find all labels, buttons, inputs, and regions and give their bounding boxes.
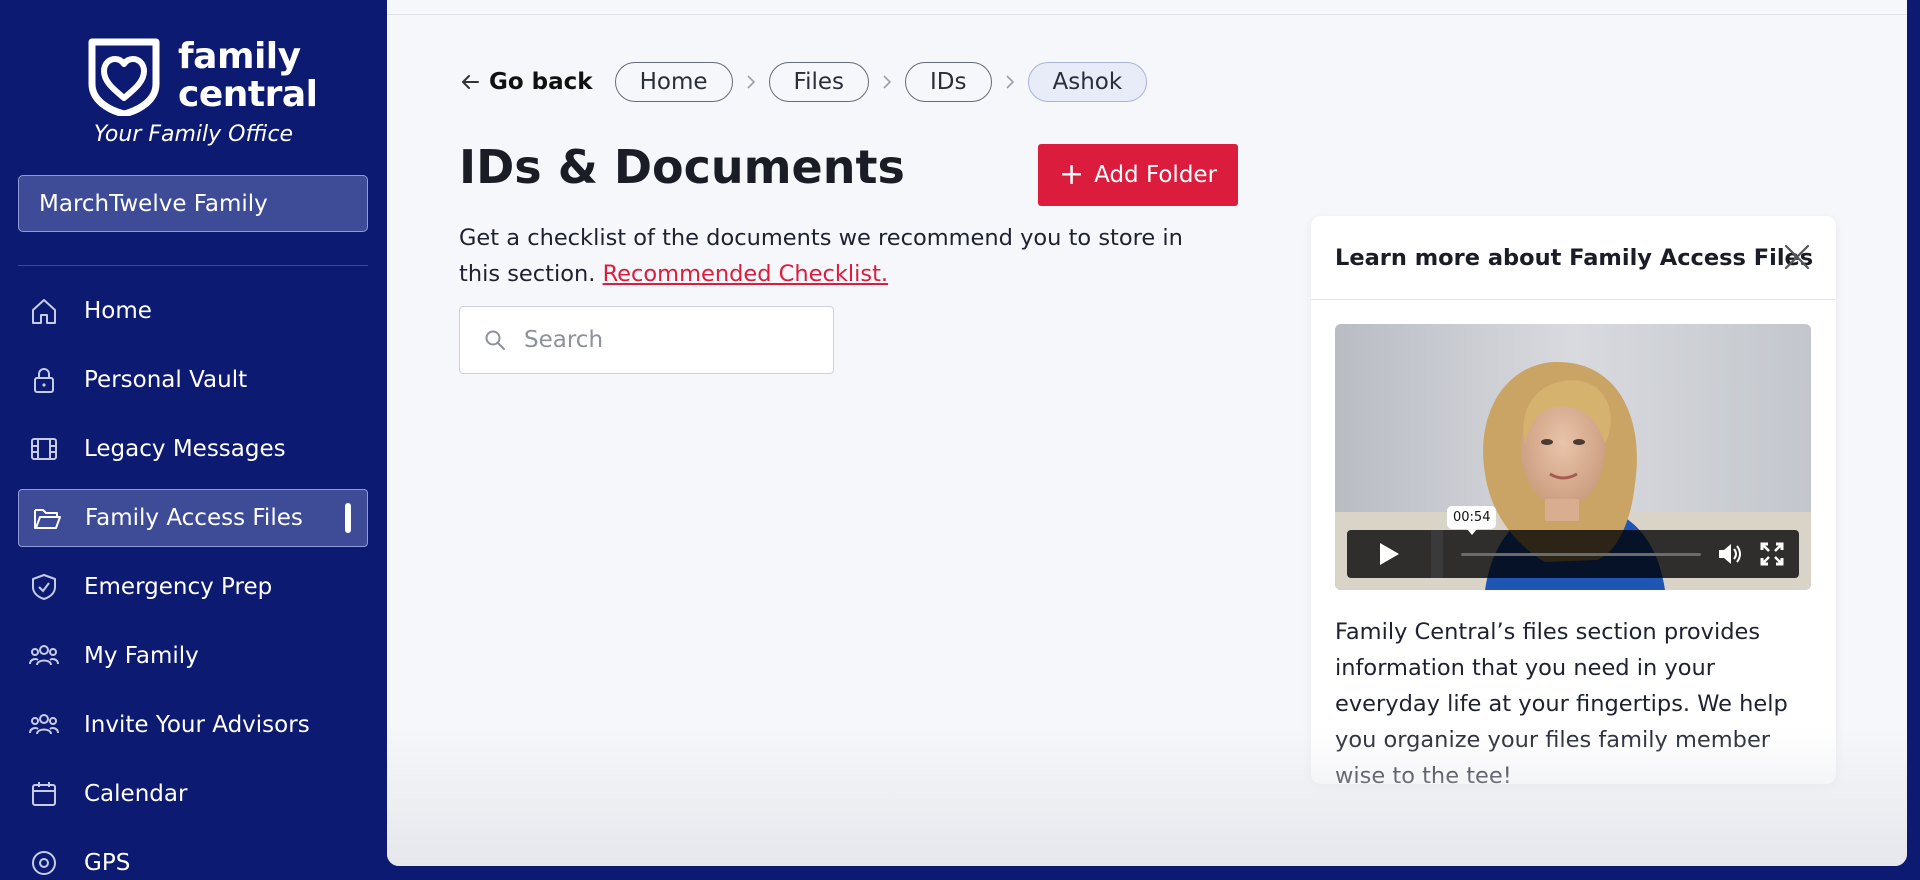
sidebar-item-legacy-messages[interactable]: Legacy Messages — [18, 420, 368, 478]
sidebar-item-home[interactable]: Home — [18, 282, 368, 340]
page-description: Get a checklist of the documents we reco… — [459, 220, 1219, 292]
chevron-right-icon — [745, 74, 757, 90]
video-controls: 00:54 — [1347, 506, 1799, 578]
arrow-left-icon — [459, 71, 481, 93]
search-icon — [484, 329, 506, 351]
sidebar-item-invite-advisors[interactable]: Invite Your Advisors — [18, 696, 368, 754]
sidebar-item-label: My Family — [84, 643, 199, 669]
sidebar-item-gps[interactable]: GPS — [18, 834, 368, 880]
breadcrumb-home[interactable]: Home — [614, 62, 733, 102]
brand-name: family central — [178, 36, 318, 115]
video-time-tooltip: 00:54 — [1447, 506, 1497, 535]
learn-more-card: Learn more about Family Access Files 00:… — [1311, 216, 1836, 789]
card-header: Learn more about Family Access Files — [1311, 216, 1836, 300]
brand-name-line2: central — [178, 74, 318, 115]
sidebar-item-label: Personal Vault — [84, 367, 248, 393]
breadcrumb: Go back Home Files IDs Ashok — [459, 62, 1148, 102]
chevron-right-icon — [1004, 74, 1016, 90]
play-button[interactable] — [1347, 530, 1431, 578]
sidebar-divider — [18, 265, 368, 266]
close-icon[interactable] — [1780, 240, 1814, 274]
lock-icon — [28, 364, 60, 396]
add-folder-label: Add Folder — [1094, 162, 1218, 188]
sidebar-item-my-family[interactable]: My Family — [18, 627, 368, 685]
brand-tagline: Your Family Office — [93, 122, 294, 147]
active-indicator — [345, 503, 351, 533]
breadcrumb-files[interactable]: Files — [768, 62, 870, 102]
sidebar-item-family-access-files[interactable]: Family Access Files — [18, 489, 368, 547]
heart-shield-logo-icon — [88, 38, 160, 116]
sidebar-item-label: GPS — [84, 850, 131, 876]
sidebar-item-label: Invite Your Advisors — [84, 712, 310, 738]
fullscreen-icon[interactable] — [1757, 540, 1787, 568]
chevron-right-icon — [881, 74, 893, 90]
search-box — [459, 306, 834, 374]
header-divider — [387, 14, 1907, 15]
recommended-checklist-link[interactable]: Recommended Checklist. — [603, 261, 889, 287]
main-panel: Go back Home Files IDs Ashok IDs & Docum… — [387, 0, 1907, 866]
sidebar-item-emergency-prep[interactable]: Emergency Prep — [18, 558, 368, 616]
family-selector[interactable]: MarchTwelve Family — [18, 175, 368, 232]
go-back-link[interactable]: Go back — [459, 69, 593, 95]
plus-icon: + — [1058, 157, 1085, 192]
shield-check-icon — [28, 571, 60, 603]
location-icon — [28, 847, 60, 879]
search-input[interactable] — [524, 327, 804, 353]
sidebar-item-label: Legacy Messages — [84, 436, 286, 462]
home-icon — [28, 295, 60, 327]
breadcrumb-ids[interactable]: IDs — [905, 62, 992, 102]
volume-icon[interactable] — [1715, 540, 1745, 568]
brand-logo[interactable]: family central — [84, 36, 318, 116]
folder-open-icon — [31, 502, 63, 534]
play-icon — [1380, 543, 1399, 565]
brand-name-line1: family — [178, 36, 301, 77]
calendar-icon — [28, 778, 60, 810]
video-player[interactable]: 00:54 — [1335, 324, 1811, 590]
sidebar-item-personal-vault[interactable]: Personal Vault — [18, 351, 368, 409]
controls-separator — [1431, 530, 1443, 578]
sidebar-item-label: Calendar — [84, 781, 188, 807]
breadcrumb-current: Ashok — [1027, 62, 1148, 102]
go-back-label: Go back — [489, 69, 593, 95]
sidebar: family central Your Family Office MarchT… — [0, 0, 387, 880]
sidebar-item-label: Emergency Prep — [84, 574, 273, 600]
film-icon — [28, 433, 60, 465]
card-title: Learn more about Family Access Files — [1335, 244, 1814, 271]
sidebar-item-calendar[interactable]: Calendar — [18, 765, 368, 823]
sidebar-item-label: Home — [84, 298, 152, 324]
window-edge — [1907, 0, 1920, 880]
card-description: Family Central’s files section provides … — [1335, 619, 1788, 789]
people-icon — [28, 709, 60, 741]
sidebar-item-label: Family Access Files — [85, 505, 303, 531]
video-progress-bar[interactable] — [1461, 553, 1701, 556]
add-folder-button[interactable]: + Add Folder — [1038, 144, 1238, 206]
people-icon — [28, 640, 60, 672]
sidebar-nav: Home Personal Vault Legacy Messages Fami… — [18, 282, 368, 880]
page-title: IDs & Documents — [459, 140, 905, 194]
